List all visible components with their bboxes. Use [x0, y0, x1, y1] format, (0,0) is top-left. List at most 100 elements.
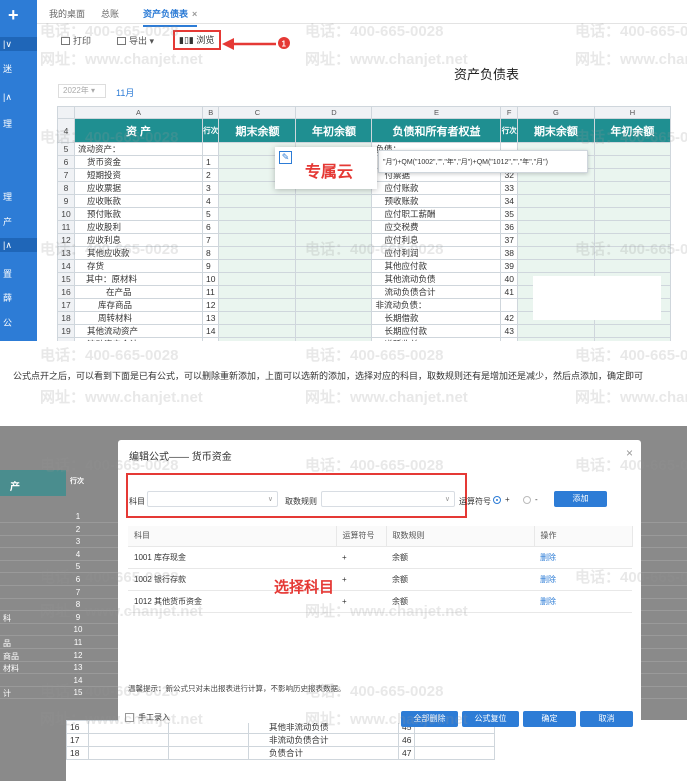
- asset-label: 应收股利: [74, 220, 203, 234]
- begin-balance-cell[interactable]: [295, 233, 373, 247]
- begin-balance-cell[interactable]: [295, 207, 373, 221]
- subject-select[interactable]: ∨: [147, 491, 278, 507]
- background-label-row: 商品: [0, 650, 60, 662]
- end-balance-cell[interactable]: [218, 298, 297, 312]
- minus-radio[interactable]: [523, 496, 531, 504]
- edit-formula-dialog: 编辑公式—— 货币资金 × 科目 ∨ 取数规则 ∨ 运算符号 + - 添加 科目…: [118, 440, 641, 727]
- sheet-row: 12 应收利息 7 应付利息 37: [57, 233, 671, 247]
- line-number: 10: [201, 272, 220, 286]
- end-balance-cell[interactable]: [218, 233, 297, 247]
- begin-balance-cell[interactable]: [593, 142, 671, 156]
- end-balance-cell[interactable]: [516, 181, 595, 195]
- end-balance-cell[interactable]: [516, 259, 595, 273]
- begin-balance-cell[interactable]: [593, 168, 671, 182]
- begin-balance-cell[interactable]: [295, 220, 373, 234]
- row-number: 16: [57, 285, 75, 299]
- row-number: 5: [75, 562, 81, 572]
- asset-label: 应收利息: [74, 233, 203, 247]
- end-balance-cell[interactable]: [516, 246, 595, 260]
- sheet-row: 20流动资产合计15 递延收益44: [57, 337, 671, 341]
- liability-label: 其他流动负债: [371, 272, 502, 286]
- begin-balance-cell[interactable]: [295, 285, 373, 299]
- end-balance-cell[interactable]: [218, 194, 297, 208]
- end-balance-cell[interactable]: [218, 285, 297, 299]
- begin-balance-cell[interactable]: [295, 246, 373, 260]
- begin-balance-cell[interactable]: [295, 324, 373, 338]
- watermark: 网址：www.chanjet.net: [40, 389, 203, 406]
- ok-button[interactable]: 确定: [523, 711, 576, 727]
- rule-select[interactable]: ∨: [321, 491, 455, 507]
- checkbox[interactable]: [125, 713, 134, 722]
- begin-balance-cell[interactable]: [295, 194, 373, 208]
- formula-reset-button[interactable]: 公式复位: [462, 711, 519, 727]
- subject-cell: 1001 库存现金: [128, 546, 336, 569]
- begin-balance-cell[interactable]: [295, 272, 373, 286]
- begin-balance-cell[interactable]: [593, 233, 671, 247]
- begin-balance-cell[interactable]: [593, 259, 671, 273]
- month-value[interactable]: 11月: [116, 86, 134, 99]
- empty-cell: [168, 746, 249, 760]
- sheet-header-row: 4 资 产 行次 期末余额 年初余额 负债和所有者权益 行次 期末余额 年初余额: [57, 118, 671, 143]
- end-balance-cell[interactable]: [516, 324, 595, 338]
- asset-label: 流动资产：: [74, 142, 203, 156]
- rule-cell: 余额: [386, 590, 534, 613]
- begin-balance-cell[interactable]: [593, 246, 671, 260]
- sheet-row: 11 应收股利 6 应交税费 36: [57, 220, 671, 234]
- begin-balance-cell[interactable]: [593, 207, 671, 221]
- end-balance-cell[interactable]: [218, 259, 297, 273]
- end-balance-cell[interactable]: [516, 194, 595, 208]
- row-number: 18: [66, 746, 89, 760]
- line-number: 34: [500, 194, 518, 208]
- operator-cell: +: [336, 590, 386, 613]
- column-header: 运算符号: [336, 526, 387, 547]
- begin-balance-cell[interactable]: [295, 337, 373, 341]
- begin-balance-cell[interactable]: [295, 259, 373, 273]
- begin-balance-cell[interactable]: [593, 194, 671, 208]
- begin-balance-cell[interactable]: [593, 324, 671, 338]
- column-header: 科目: [128, 526, 337, 547]
- end-balance-cell[interactable]: [218, 220, 297, 234]
- year-select[interactable]: 2022年 ▾: [58, 84, 106, 98]
- add-button[interactable]: 添加: [554, 491, 607, 507]
- line-number: 4: [201, 194, 220, 208]
- row-number: 17: [66, 733, 89, 747]
- begin-balance-cell[interactable]: [593, 337, 671, 341]
- plus-radio[interactable]: [493, 496, 501, 504]
- end-balance-cell[interactable]: [218, 311, 297, 325]
- cancel-button[interactable]: 取消: [580, 711, 633, 727]
- end-balance-cell[interactable]: [218, 337, 297, 341]
- begin-balance-cell[interactable]: [593, 155, 671, 169]
- end-balance-cell[interactable]: [516, 233, 595, 247]
- delete-link[interactable]: 删除: [534, 590, 632, 613]
- row-number: 15: [57, 272, 75, 286]
- close-icon[interactable]: ×: [626, 446, 633, 460]
- delete-all-button[interactable]: 全部删除: [401, 711, 458, 727]
- end-balance-cell[interactable]: [218, 246, 297, 260]
- formula-popup[interactable]: "月")+QM("1002","","年","月")+QM("1012","",…: [378, 150, 588, 173]
- end-balance-cell[interactable]: [218, 272, 297, 286]
- delete-link[interactable]: 删除: [534, 568, 632, 591]
- callout-label: 专属云: [305, 164, 354, 181]
- end-balance-cell[interactable]: [516, 220, 595, 234]
- row-number: 8: [75, 600, 81, 610]
- subject-label: 科目: [129, 497, 145, 506]
- minus-label: -: [535, 495, 538, 504]
- liability-label: 预收账款: [371, 194, 502, 208]
- end-balance-cell[interactable]: [516, 337, 595, 341]
- pencil-icon[interactable]: ✎: [279, 151, 292, 164]
- row-number: 16: [66, 720, 89, 734]
- formula-table-body: 1001 库存现金 + 余额 删除 1002 银行存款 + 余额 删除 1012 其他货币资金 +…: [128, 546, 632, 613]
- background-label-row: 计: [0, 687, 60, 699]
- begin-balance-cell[interactable]: [593, 220, 671, 234]
- liability-label: 长期借款: [371, 311, 502, 325]
- begin-balance-cell[interactable]: [295, 311, 373, 325]
- begin-balance-cell[interactable]: [295, 298, 373, 312]
- col-letter: B: [201, 106, 220, 119]
- end-balance-cell[interactable]: [516, 207, 595, 221]
- manual-entry-checkbox[interactable]: 手工录入: [125, 712, 170, 723]
- delete-link[interactable]: 删除: [534, 546, 632, 569]
- line-number: 14: [201, 324, 220, 338]
- begin-balance-cell[interactable]: [593, 181, 671, 195]
- end-balance-cell[interactable]: [218, 207, 297, 221]
- end-balance-cell[interactable]: [218, 324, 297, 338]
